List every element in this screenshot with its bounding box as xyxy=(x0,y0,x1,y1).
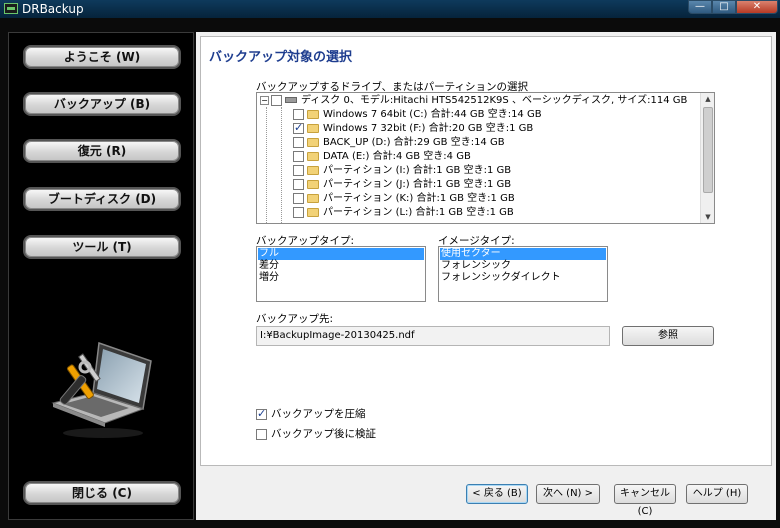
folder-icon xyxy=(307,109,319,119)
list-item[interactable]: フォレンシックダイレクト xyxy=(440,272,606,284)
folder-icon xyxy=(307,151,319,161)
partition-label: パーティション (K:) 合計:1 GB 空き:1 GB xyxy=(323,193,515,204)
tree-row-partition[interactable]: Windows 7 64bit (C:) 合計:44 GB 空き:14 GB xyxy=(293,108,542,122)
tree-row-partition[interactable]: パーティション (J:) 合計:1 GB 空き:1 GB xyxy=(293,178,511,192)
partition-label: DATA (E:) 合計:4 GB 空き:4 GB xyxy=(323,151,471,162)
tree-row-partition[interactable]: パーティション (L:) 合計:1 GB 空き:1 GB xyxy=(293,206,514,220)
destination-label: バックアップ先: xyxy=(256,313,334,325)
verify-option[interactable]: バックアップ後に検証 xyxy=(256,428,376,441)
tree-row-disk[interactable]: − ディスク 0、モデル:Hitachi HTS542512K9S 、ベーシックデ… xyxy=(260,94,687,108)
compress-checkbox[interactable] xyxy=(256,407,267,420)
title-bar: DRBackup — □ ✕ xyxy=(0,0,780,18)
destination-field[interactable]: I:¥BackupImage-20130425.ndf xyxy=(256,326,610,346)
back-button[interactable]: < 戻る (B) xyxy=(466,484,528,504)
folder-icon xyxy=(307,123,319,133)
sidebar-item-backup[interactable]: バックアップ (B) xyxy=(23,92,181,116)
sidebar-item-bootdisk[interactable]: ブートディスク (D) xyxy=(23,187,181,211)
partition-checkbox[interactable] xyxy=(293,136,304,148)
hard-disk-icon xyxy=(285,97,297,103)
scroll-up-icon[interactable]: ▲ xyxy=(701,93,714,105)
tree-row-partition[interactable]: DATA (E:) 合計:4 GB 空き:4 GB xyxy=(293,150,471,164)
list-item[interactable]: 使用セクター xyxy=(440,248,606,260)
scroll-down-icon[interactable]: ▼ xyxy=(701,211,714,223)
next-button[interactable]: 次へ (N) > xyxy=(536,484,600,504)
folder-icon xyxy=(307,179,319,189)
disk-checkbox[interactable] xyxy=(271,94,282,106)
partition-label: パーティション (I:) 合計:1 GB 空き:1 GB xyxy=(323,165,512,176)
compress-option[interactable]: バックアップを圧縮 xyxy=(256,407,366,421)
backup-type-list[interactable]: フル 差分 増分 xyxy=(256,246,426,302)
browse-button[interactable]: 参照 xyxy=(622,326,714,346)
partition-label: BACK_UP (D:) 合計:29 GB 空き:14 GB xyxy=(323,137,505,148)
partition-checkbox[interactable] xyxy=(293,206,304,218)
partition-label: Windows 7 64bit (C:) 合計:44 GB 空き:14 GB xyxy=(323,109,542,120)
partition-checkbox[interactable] xyxy=(293,121,304,135)
laptop-tools-illustration xyxy=(51,341,152,438)
cancel-button[interactable]: キャンセル (C) xyxy=(614,484,676,517)
list-item[interactable]: 増分 xyxy=(258,272,424,284)
partition-checkbox[interactable] xyxy=(293,108,304,120)
partition-checkbox[interactable] xyxy=(293,192,304,204)
sidebar-item-tools[interactable]: ツール (T) xyxy=(23,235,181,259)
close-button[interactable]: 閉じる (C) xyxy=(23,481,181,505)
maximize-button[interactable]: □ xyxy=(712,0,736,14)
sidebar-item-welcome[interactable]: ようこそ (W) xyxy=(23,45,181,69)
compress-label: バックアップを圧縮 xyxy=(271,408,366,420)
tree-row-partition[interactable]: BACK_UP (D:) 合計:29 GB 空き:14 GB xyxy=(293,136,505,150)
content-area: バックアップ対象の選択 バックアップするドライブ、またはパーティションの選択 −… xyxy=(200,36,772,466)
close-window-button[interactable]: ✕ xyxy=(736,0,778,14)
tree-row-partition[interactable]: パーティション (I:) 合計:1 GB 空き:1 GB xyxy=(293,164,511,178)
partition-label: パーティション (J:) 合計:1 GB 空き:1 GB xyxy=(323,179,512,190)
list-item[interactable]: フル xyxy=(258,248,424,260)
page-title: バックアップ対象の選択 xyxy=(209,50,353,65)
folder-icon xyxy=(307,165,319,175)
verify-label: バックアップ後に検証 xyxy=(271,428,376,440)
folder-icon xyxy=(307,207,319,217)
partition-checkbox[interactable] xyxy=(293,164,304,176)
folder-icon xyxy=(307,193,319,203)
verify-checkbox[interactable] xyxy=(256,428,267,440)
partition-checkbox[interactable] xyxy=(293,150,304,162)
list-item[interactable]: フォレンシック xyxy=(440,260,606,272)
sidebar: ようこそ (W) バックアップ (B) 復元 (R) ブートディスク (D) ツ… xyxy=(8,32,194,520)
partition-checkbox[interactable] xyxy=(293,178,304,190)
image-type-list[interactable]: 使用セクター フォレンシック フォレンシックダイレクト xyxy=(438,246,608,302)
folder-icon xyxy=(307,137,319,147)
app-icon xyxy=(4,3,18,14)
drive-tree[interactable]: − ディスク 0、モデル:Hitachi HTS542512K9S 、ベーシックデ… xyxy=(256,92,715,224)
partition-label: パーティション (L:) 合計:1 GB 空き:1 GB xyxy=(323,207,514,218)
main-panel: バックアップ対象の選択 バックアップするドライブ、またはパーティションの選択 −… xyxy=(196,32,776,520)
minimize-button[interactable]: — xyxy=(688,0,712,14)
scrollbar-thumb[interactable] xyxy=(703,107,713,193)
window-title: DRBackup xyxy=(22,2,84,16)
tree-row-partition[interactable]: パーティション (K:) 合計:1 GB 空き:1 GB xyxy=(293,192,515,206)
collapse-icon[interactable]: − xyxy=(260,95,269,105)
tree-row-partition[interactable]: Windows 7 32bit (F:) 合計:20 GB 空き:1 GB xyxy=(293,121,534,136)
disk-label: ディスク 0、モデル:Hitachi HTS542512K9S 、ベーシックディ… xyxy=(301,95,688,106)
sidebar-item-restore[interactable]: 復元 (R) xyxy=(23,139,181,163)
partition-label: Windows 7 32bit (F:) 合計:20 GB 空き:1 GB xyxy=(323,123,534,134)
list-item[interactable]: 差分 xyxy=(258,260,424,272)
help-button[interactable]: ヘルプ (H) xyxy=(686,484,748,504)
tree-scrollbar[interactable]: ▲ ▼ xyxy=(700,93,714,223)
